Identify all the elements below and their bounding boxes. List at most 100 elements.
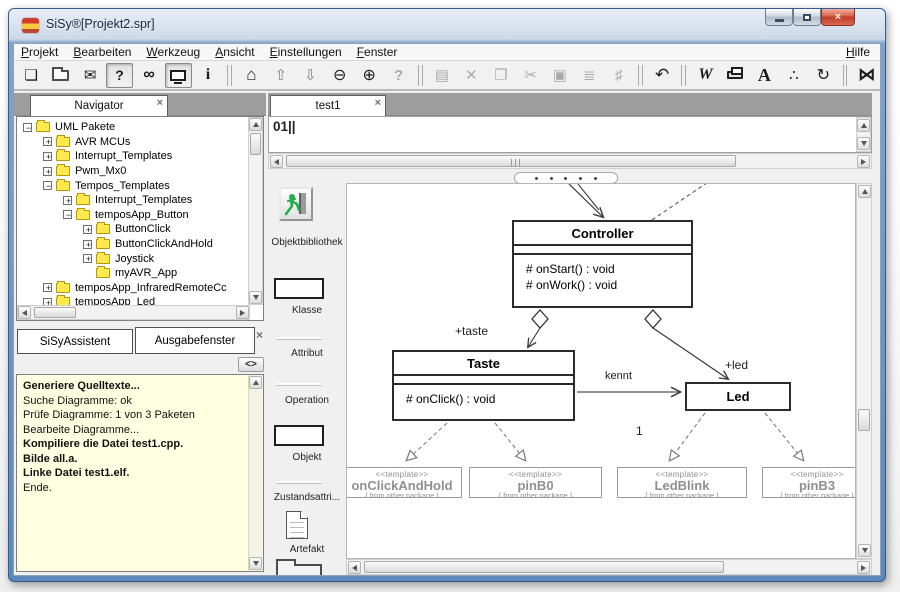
person-info-button[interactable]: i	[195, 63, 221, 88]
expand-toggle[interactable]	[43, 137, 52, 146]
template-pinb3[interactable]: <<template>> pinB3 { from other package …	[762, 467, 856, 498]
artefakt-tool-icon[interactable]	[286, 511, 308, 539]
klasse-tool-icon[interactable]	[274, 278, 324, 299]
tree-item[interactable]: Pwm_Mx0	[17, 164, 263, 179]
scroll-thumb[interactable]	[34, 307, 76, 318]
operation-tool-icon[interactable]	[276, 383, 322, 386]
expand-toggle[interactable]	[83, 225, 92, 234]
scroll-thumb[interactable]	[286, 155, 736, 167]
scroll-thumb[interactable]	[364, 561, 724, 573]
tree-item[interactable]: UML Pakete	[17, 120, 263, 135]
tree-vscrollbar[interactable]	[248, 117, 263, 305]
close-tab-icon[interactable]: ×	[375, 97, 381, 109]
scroll-down-button[interactable]	[249, 557, 262, 570]
scroll-thumb[interactable]	[858, 409, 870, 431]
options-list-button[interactable]: ∴	[781, 63, 807, 88]
delete-button[interactable]: ✕	[458, 63, 484, 88]
expand-toggle[interactable]	[83, 240, 92, 249]
scroll-up-button[interactable]	[249, 376, 262, 389]
tree-item[interactable]: AVR MCUs	[17, 135, 263, 150]
close-navigator-icon[interactable]: ×	[157, 97, 163, 109]
refresh-button[interactable]: ↻	[810, 63, 836, 88]
scroll-left-button[interactable]	[270, 155, 283, 168]
properties-button[interactable]: ▤	[429, 63, 455, 88]
tab-ausgabefenster[interactable]: Ausgabefenster	[135, 327, 255, 354]
attribut-tool-icon[interactable]	[276, 337, 322, 340]
expand-toggle[interactable]	[63, 210, 72, 219]
output-vscrollbar[interactable]	[248, 375, 263, 571]
scroll-down-button[interactable]	[857, 137, 870, 150]
print-button[interactable]	[722, 63, 748, 88]
scroll-thumb[interactable]	[250, 133, 261, 155]
expand-toggle[interactable]	[43, 181, 52, 190]
expand-toggle[interactable]	[23, 123, 32, 132]
tree-item[interactable]: Interrupt_Templates	[17, 193, 263, 208]
manual-button[interactable]: ⋈	[853, 63, 879, 88]
editor-vscrollbar[interactable]	[856, 117, 871, 152]
zoom-in-button[interactable]: ⊕	[356, 63, 382, 88]
paket-tool-icon[interactable]	[276, 564, 322, 576]
tree-item[interactable]: temposApp_Button	[17, 208, 263, 223]
menu-fenster[interactable]: Fenster	[357, 45, 398, 59]
open-project-button[interactable]	[47, 63, 73, 88]
diagram-canvas[interactable]: Controller # onStart() : void # onWork()…	[346, 183, 856, 559]
undo-button[interactable]: ↶	[649, 63, 675, 88]
expand-toggle[interactable]	[43, 152, 52, 161]
class-taste[interactable]: Taste # onClick() : void	[392, 350, 575, 421]
scroll-right-button[interactable]	[857, 155, 870, 168]
word-export-button[interactable]: W	[692, 63, 718, 88]
font-button[interactable]: A	[751, 63, 777, 88]
tree-item[interactable]: ButtonClick	[17, 222, 263, 237]
scroll-down-button[interactable]	[858, 544, 871, 557]
diagram-hscrollbar[interactable]	[346, 559, 872, 575]
help-mode-button[interactable]: ?	[106, 63, 132, 88]
tree-hscrollbar[interactable]	[17, 305, 250, 320]
scroll-down-button[interactable]	[249, 291, 262, 304]
class-led[interactable]: Led	[685, 382, 791, 411]
tab-sisy-assistent[interactable]: SiSyAssistent	[17, 329, 133, 354]
menu-werkzeug[interactable]: Werkzeug	[146, 45, 200, 59]
diagram-vscrollbar[interactable]	[856, 183, 872, 559]
navigate-down-button[interactable]: ⇩	[297, 63, 323, 88]
menu-projekt[interactable]: Projekt	[21, 45, 58, 59]
scroll-right-button[interactable]	[236, 306, 249, 319]
scroll-left-button[interactable]	[18, 306, 31, 319]
collapse-toggle-button[interactable]: <>	[238, 357, 264, 372]
search-button[interactable]: ∞	[136, 63, 162, 88]
cut-button[interactable]: ✂	[517, 63, 543, 88]
scroll-up-button[interactable]	[857, 119, 870, 132]
template-ledblink[interactable]: <<template>> LedBlink { from other packa…	[617, 467, 747, 498]
list-button[interactable]: ≣	[576, 63, 602, 88]
zoom-out-button[interactable]: ⊖	[326, 63, 352, 88]
palette-item-label[interactable]: Attribut	[268, 348, 346, 359]
minimize-button[interactable]	[765, 9, 793, 26]
menu-einstellungen[interactable]: Einstellungen	[270, 45, 342, 59]
scroll-right-button[interactable]	[857, 561, 870, 574]
tab-navigator[interactable]: Navigator ×	[30, 95, 168, 116]
close-output-panel-icon[interactable]: ×	[256, 328, 263, 342]
expand-toggle[interactable]	[43, 167, 52, 176]
template-onclickandhold[interactable]: <<template>> onClickAndHold { from other…	[346, 467, 462, 498]
menu-hilfe[interactable]: Hilfe	[846, 45, 870, 59]
scroll-left-button[interactable]	[348, 561, 361, 574]
tree-item[interactable]: myAVR_App	[17, 266, 263, 281]
new-document-button[interactable]: ❏	[18, 63, 44, 88]
scroll-up-button[interactable]	[249, 118, 262, 131]
tree-item[interactable]: Joystick	[17, 251, 263, 266]
scroll-up-button[interactable]	[858, 185, 871, 198]
navigate-up-button[interactable]: ⇧	[268, 63, 294, 88]
palette-item-label[interactable]: Operation	[268, 395, 346, 406]
editor-text-area[interactable]: 01||	[268, 116, 872, 153]
palette-item-label[interactable]: Artefakt	[268, 544, 346, 555]
tree-item[interactable]: Tempos_Templates	[17, 178, 263, 193]
context-help-button[interactable]: ?	[385, 63, 411, 88]
tree-item[interactable]: Interrupt_Templates	[17, 149, 263, 164]
run-button[interactable]	[279, 187, 313, 221]
filter-button[interactable]: ♯	[605, 63, 631, 88]
tab-test1[interactable]: test1 ×	[270, 95, 386, 116]
expand-toggle[interactable]	[63, 196, 72, 205]
close-button[interactable]: ×	[821, 9, 855, 26]
palette-item-label[interactable]: Zustandsattri...	[268, 492, 346, 503]
paste-button[interactable]: ▣	[547, 63, 573, 88]
expand-toggle[interactable]	[83, 254, 92, 263]
